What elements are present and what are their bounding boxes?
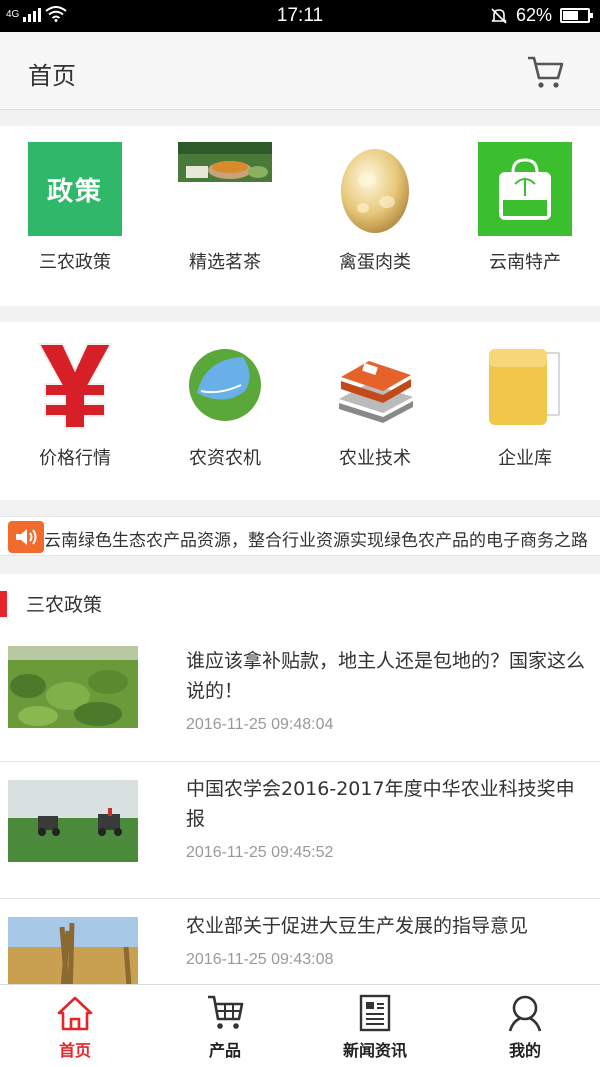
news-title: 农业部关于促进大豆生产发展的指导意见 (186, 915, 529, 937)
news-date: 2016-11-25 09:48:04 (186, 716, 334, 733)
category-label: 云南特产 (489, 252, 561, 273)
category-label: 农业技术 (339, 448, 411, 469)
status-right: 62% (490, 5, 593, 26)
battery-fill (563, 11, 578, 20)
news-title: 谁应该拿补贴款，地主人还是包地的？国家这么说的！ (186, 650, 586, 702)
category-label: 三农政策 (39, 252, 111, 273)
news-title: 中国农学会2016-2017年度中华农业科技奖申报 (186, 778, 575, 830)
category-label: 价格行情 (39, 448, 111, 469)
cart-icon (208, 995, 244, 1029)
newspaper-icon (359, 994, 391, 1032)
news-date: 2016-11-25 09:45:52 (186, 844, 334, 861)
policy-icon-text: 政策 (46, 176, 103, 207)
books-icon (328, 338, 422, 432)
home-icon (57, 996, 93, 1031)
tab-news[interactable]: 新闻资讯 (300, 985, 450, 1067)
category-label: 企业库 (498, 448, 552, 469)
cart-icon[interactable] (526, 54, 564, 90)
news-date: 2016-11-25 09:43:08 (186, 951, 334, 968)
category-label: 精选茗茶 (189, 252, 261, 273)
category-tea[interactable]: 精选茗茶 (150, 126, 300, 306)
category-label: 农资农机 (189, 448, 261, 469)
notice-marquee[interactable]: 云南绿色生态农产品资源，整合行业资源实现绿色农产品的电子商务之路 (0, 516, 600, 556)
section-accent-bar (0, 591, 7, 617)
yuan-icon (28, 338, 122, 432)
news-body: 谁应该拿补贴款，地主人还是包地的？国家这么说的！ 2016-11-25 09:4… (186, 646, 592, 734)
battery-icon (560, 8, 593, 23)
bottom-tab-bar: 首页 产品 新闻资讯 我的 (0, 984, 600, 1067)
section-title: 三农政策 (26, 593, 103, 616)
tab-products[interactable]: 产品 (150, 985, 300, 1067)
user-icon (508, 995, 542, 1032)
news-thumbnail (8, 646, 138, 728)
tab-label: 我的 (508, 1041, 541, 1060)
category-grid-row-2: 价格行情 农资农机 农业技术 企业库 (0, 322, 600, 500)
category-egg-meat[interactable]: 禽蛋肉类 (300, 126, 450, 306)
category-agri-machinery[interactable]: 农资农机 (150, 322, 300, 500)
tab-home[interactable]: 首页 (0, 985, 150, 1067)
category-price[interactable]: 价格行情 (0, 322, 150, 500)
egg-icon (328, 142, 422, 236)
speaker-icon (8, 521, 44, 553)
page-title: 首页 (28, 62, 76, 90)
folder-icon (478, 338, 572, 432)
app-header: 首页 (0, 32, 600, 110)
news-body: 农业部关于促进大豆生产发展的指导意见 2016-11-25 09:43:08 (186, 911, 592, 969)
category-policy[interactable]: 政策 三农政策 (0, 126, 150, 306)
battery-percent: 62% (515, 5, 552, 25)
news-item[interactable]: 谁应该拿补贴款，地主人还是包地的？国家这么说的！ 2016-11-25 09:4… (0, 632, 600, 762)
category-grid-row-1: 政策 三农政策 精选茗茶 禽蛋肉类 云南特产 (0, 126, 600, 306)
status-bar: 4G 17:11 62% (0, 0, 600, 32)
category-yunnan-specialty[interactable]: 云南特产 (450, 126, 600, 306)
category-agri-tech[interactable]: 农业技术 (300, 322, 450, 500)
tab-label: 新闻资讯 (342, 1041, 407, 1060)
tab-mine[interactable]: 我的 (450, 985, 600, 1067)
category-label: 禽蛋肉类 (339, 252, 411, 273)
news-thumbnail (8, 780, 138, 862)
news-section: 三农政策 谁应该拿补贴款，地主人还是包地的？国家这么说的！ 2016-11-25… (0, 574, 600, 994)
category-enterprise[interactable]: 企业库 (450, 322, 600, 500)
news-body: 中国农学会2016-2017年度中华农业科技奖申报 2016-11-25 09:… (186, 774, 592, 862)
tea-icon (178, 142, 272, 236)
notice-text: 云南绿色生态农产品资源，整合行业资源实现绿色农产品的电子商务之路 (44, 531, 588, 551)
policy-icon: 政策 (28, 142, 122, 236)
tab-label: 产品 (208, 1041, 241, 1060)
mute-bell-icon (491, 7, 507, 24)
tab-label: 首页 (58, 1041, 91, 1060)
leaf-sphere-icon (178, 338, 272, 432)
news-item[interactable]: 农业部关于促进大豆生产发展的指导意见 2016-11-25 09:43:08 (0, 899, 600, 994)
news-thumbnail (8, 917, 138, 994)
news-item[interactable]: 中国农学会2016-2017年度中华农业科技奖申报 2016-11-25 09:… (0, 762, 600, 899)
specialty-bag-icon (478, 142, 572, 236)
section-header: 三农政策 (0, 574, 600, 632)
